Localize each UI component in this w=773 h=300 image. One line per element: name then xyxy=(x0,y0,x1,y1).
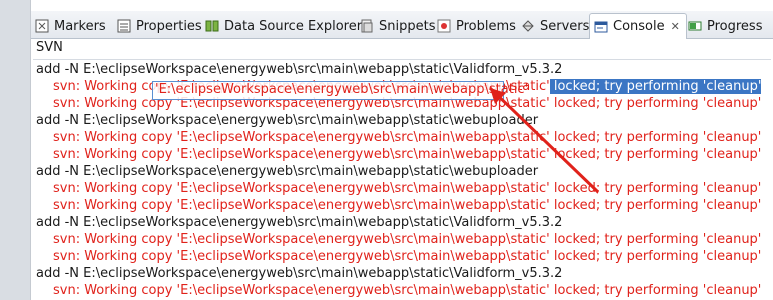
selected-text: locked; try performing 'cleanup' xyxy=(549,79,762,94)
console-line: svn: Working copy 'E:\eclipseWorkspace\e… xyxy=(53,198,762,213)
hyperlink-hover-box[interactable]: 'E:\eclipseWorkspace\energyweb\src\main\… xyxy=(152,81,528,100)
console-line: svn: Working copy 'E:\eclipseWorkspace\e… xyxy=(53,181,762,196)
properties-icon xyxy=(117,19,131,33)
console-line: svn: Working copy 'E:\eclipseWorkspace\e… xyxy=(53,130,762,145)
console-output[interactable]: SVN add -N E:\eclipseWorkspace\energyweb… xyxy=(31,39,773,300)
console-line: add -N E:\eclipseWorkspace\energyweb\src… xyxy=(36,215,563,230)
tab-data-source-explorer[interactable]: Data Source Explorer xyxy=(205,15,362,37)
tab-label: Progress xyxy=(707,18,763,34)
hover-path-text: 'E:\eclipseWorkspace\energyweb\src\main\… xyxy=(155,82,529,97)
title-divider xyxy=(33,59,771,60)
console-line: svn: Working copy 'E:\eclipseWorkspace\e… xyxy=(53,232,762,247)
console-line: svn: Working copy 'E:\eclipseWorkspace\e… xyxy=(53,283,762,298)
markers-icon xyxy=(35,19,49,33)
tab-label: Servers xyxy=(540,18,590,34)
servers-icon xyxy=(521,19,535,33)
tab-progress[interactable]: Progress xyxy=(688,15,762,37)
tab-properties[interactable]: Properties xyxy=(117,15,202,37)
view-tab-bar: Markers Properties Data Source Explorer … xyxy=(31,11,773,39)
data-source-icon xyxy=(205,19,219,33)
console-line: svn: Working copy 'E:\eclipseWorkspace\e… xyxy=(53,147,762,162)
tab-console[interactable]: Console ✕ xyxy=(589,13,687,39)
tab-label: Markers xyxy=(54,18,106,34)
tab-label: Problems xyxy=(456,18,516,34)
console-title: SVN xyxy=(36,40,63,55)
tab-snippets[interactable]: Snippets xyxy=(360,15,435,37)
console-line: add -N E:\eclipseWorkspace\energyweb\src… xyxy=(36,164,539,179)
tab-problems[interactable]: Problems xyxy=(437,15,516,37)
console-line: add -N E:\eclipseWorkspace\energyweb\src… xyxy=(36,62,563,77)
progress-icon xyxy=(688,19,702,33)
tab-markers[interactable]: Markers xyxy=(35,15,106,37)
console-line: add -N E:\eclipseWorkspace\energyweb\src… xyxy=(36,113,539,128)
tab-servers[interactable]: Servers xyxy=(521,15,589,37)
tab-label: Snippets xyxy=(379,18,436,34)
tab-label: Console xyxy=(613,19,665,34)
close-icon[interactable]: ✕ xyxy=(671,20,680,33)
tab-label: Properties xyxy=(136,18,202,34)
console-line: add -N E:\eclipseWorkspace\energyweb\src… xyxy=(36,266,563,281)
console-line: svn: Working copy 'E:\eclipseWorkspace\e… xyxy=(53,249,762,264)
snippets-icon xyxy=(360,19,374,33)
console-icon xyxy=(594,20,608,34)
tab-label: Data Source Explorer xyxy=(224,18,363,34)
problems-icon xyxy=(437,19,451,33)
left-view-strip xyxy=(0,0,31,300)
